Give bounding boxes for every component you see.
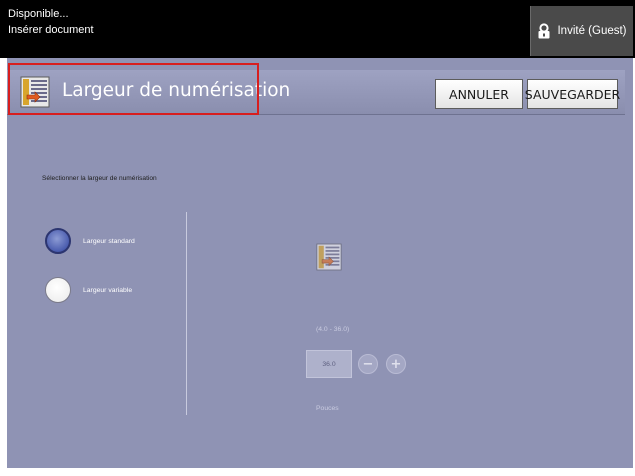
status-text: Disponible... [8, 8, 69, 20]
width-value-field[interactable]: 36.0 [306, 350, 352, 378]
radio-standard-width[interactable] [45, 228, 71, 254]
radio-label-variable: Largeur variable [83, 287, 133, 294]
unit-text: Pouces [316, 405, 339, 412]
save-button[interactable]: SAUVEGARDER [525, 79, 620, 109]
cancel-button[interactable]: ANNULER [435, 79, 523, 109]
minus-icon: − [362, 356, 374, 372]
user-button[interactable]: Invité (Guest) [530, 6, 633, 56]
increment-button[interactable]: + [386, 354, 406, 374]
scan-document-icon [316, 243, 342, 275]
decrement-button[interactable]: − [358, 354, 378, 374]
user-label: Invité (Guest) [557, 25, 627, 37]
title-highlight-box [8, 63, 259, 115]
width-value: 36.0 [322, 360, 336, 368]
plus-icon: + [390, 356, 402, 372]
instruction-text: Sélectionner la largeur de numérisation [42, 175, 157, 182]
status-bar: Disponible... Insérer document Invité (G… [0, 0, 635, 58]
radio-label-standard: Largeur standard [83, 238, 135, 245]
vertical-divider [186, 212, 187, 415]
user-lock-icon [538, 23, 550, 39]
width-range-text: (4.0 - 36.0) [316, 326, 350, 333]
radio-variable-width[interactable] [45, 277, 71, 303]
status-subtext: Insérer document [8, 24, 94, 36]
